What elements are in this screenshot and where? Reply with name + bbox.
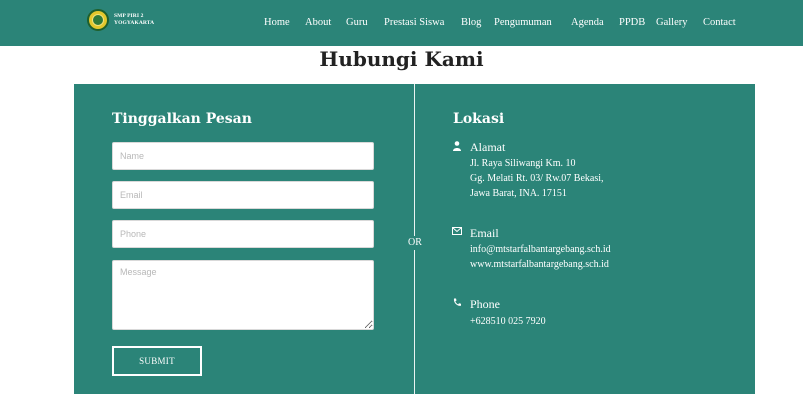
- top-navbar: SMP PIRI 2 YOGYAKARTA Home About Guru Pr…: [0, 0, 803, 46]
- contact-panel: Tinggalkan Pesan SUBMIT OR Lokasi Alamat…: [74, 84, 755, 394]
- nav-item-about[interactable]: About: [305, 16, 331, 30]
- nav-item-home[interactable]: Home: [264, 16, 290, 30]
- phone-number[interactable]: +628510 025 7920: [470, 315, 546, 329]
- email-input[interactable]: [112, 181, 374, 209]
- envelope-icon: [452, 227, 462, 239]
- message-textarea[interactable]: [112, 260, 374, 330]
- nav-item-blog[interactable]: Blog: [461, 16, 481, 30]
- address-title: Alamat: [470, 140, 506, 154]
- nav-item-pengumuman[interactable]: Pengumuman: [494, 16, 552, 30]
- website-line[interactable]: www.mtstarfalbantargebang.sch.id: [470, 258, 609, 272]
- nav-item-agenda[interactable]: Agenda: [571, 16, 604, 30]
- nav-item-guru[interactable]: Guru: [346, 16, 368, 30]
- nav-menu: Home About Guru Prestasi Siswa Blog Peng…: [0, 16, 803, 30]
- address-line-1: Jl. Raya Siliwangi Km. 10: [470, 158, 576, 169]
- nav-item-ppdb[interactable]: PPDB: [619, 16, 645, 30]
- location-heading: Lokasi: [453, 111, 505, 127]
- address-line-2: Gg. Melati Rt. 03/ Rw.07 Bekasi,: [470, 173, 604, 184]
- form-heading: Tinggalkan Pesan: [112, 111, 252, 127]
- phone-title: Phone: [470, 297, 500, 311]
- email-title: Email: [470, 226, 499, 240]
- nav-item-prestasi-siswa[interactable]: Prestasi Siswa: [384, 16, 444, 30]
- page-title: Hubungi Kami: [319, 47, 484, 71]
- phone-icon: [453, 298, 461, 311]
- phone-input[interactable]: [112, 220, 374, 248]
- nav-item-gallery[interactable]: Gallery: [656, 16, 688, 30]
- submit-button[interactable]: SUBMIT: [112, 346, 202, 376]
- name-input[interactable]: [112, 142, 374, 170]
- or-label: OR: [403, 236, 427, 250]
- person-icon: [453, 141, 461, 155]
- address-line-3: Jawa Barat, INA. 17151: [470, 188, 567, 199]
- email-line-1[interactable]: info@mtstarfalbantargebang.sch.id: [470, 243, 611, 257]
- nav-item-contact[interactable]: Contact: [703, 16, 736, 30]
